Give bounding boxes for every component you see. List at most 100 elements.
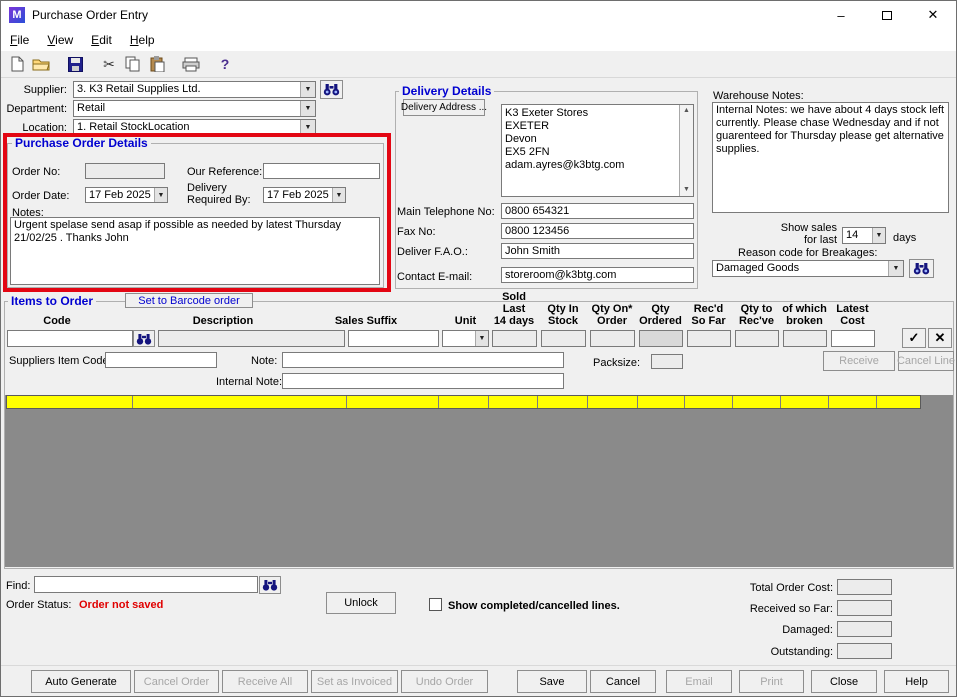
new-document-button[interactable] [5,53,29,75]
undo-order-button[interactable]: Undo Order [401,670,488,693]
cancel-entry-button[interactable]: ✕ [928,328,952,348]
find-label: Find: [6,580,31,592]
open-folder-button[interactable] [29,53,53,75]
copy-button[interactable] [121,53,145,75]
order-date-dropdown-icon[interactable]: ▼ [154,188,167,202]
location-combobox[interactable]: 1. Retail StockLocation ▼ [73,119,316,136]
fax-label: Fax No: [397,226,436,238]
cut-button[interactable]: ✂ [97,53,121,75]
supplier-combobox[interactable]: 3. K3 Retail Supplies Ltd. ▼ [73,81,316,98]
item-code-search-button[interactable] [133,330,155,347]
help-dialog-button[interactable]: Help [884,670,949,693]
find-input[interactable] [34,576,258,593]
breakage-search-button[interactable] [909,259,934,278]
close-button[interactable]: ✕ [910,1,956,29]
order-no-field[interactable] [85,163,165,179]
close-window-button[interactable]: Close [811,670,877,693]
receive-button[interactable]: Receive [823,351,895,371]
breakage-reason-combobox[interactable]: Damaged Goods ▼ [712,260,904,277]
item-description-field[interactable] [158,330,345,347]
order-date-picker[interactable]: 17 Feb 2025 ▼ [85,187,168,203]
our-reference-field[interactable] [263,163,380,179]
sales-suffix-field[interactable] [348,330,439,347]
paste-icon [150,56,164,72]
of-which-broken-field [783,330,827,347]
cancel-line-button[interactable]: Cancel Line [897,351,955,371]
check-icon: ✓ [908,330,920,345]
unlock-button[interactable]: Unlock [326,592,396,614]
department-dropdown-icon[interactable]: ▼ [300,101,315,116]
confirm-line-button[interactable]: ✓ [902,328,926,348]
column-header-sold-last: Sold Last 14 days [493,291,535,327]
maximize-button[interactable] [864,1,910,29]
location-dropdown-icon[interactable]: ▼ [300,120,315,135]
cut-icon: ✂ [103,55,115,72]
delivery-address-button[interactable]: Delivery Address ... [401,99,487,116]
unit-dropdown-icon[interactable]: ▼ [475,331,488,346]
receive-all-button[interactable]: Receive All [222,670,308,693]
supplier-label: Supplier: [23,84,67,96]
print-button[interactable] [179,53,203,75]
column-header-sales-suffix: Sales Suffix [334,315,398,327]
show-sales-value: 14 [846,229,859,241]
save-button[interactable] [63,53,87,75]
menu-edit[interactable]: Edit [82,29,121,51]
latest-cost-field[interactable] [831,330,875,347]
sold-last-field [492,330,537,347]
internal-note-field[interactable] [282,373,564,389]
supplier-dropdown-icon[interactable]: ▼ [300,82,315,97]
print-icon [182,57,200,71]
print-order-button[interactable]: Print [739,670,804,693]
column-header-unit: Unit [454,315,477,327]
delivery-required-dropdown-icon[interactable]: ▼ [332,188,345,202]
order-lines-grid[interactable] [5,395,953,567]
menu-file[interactable]: File [1,29,38,51]
minimize-button[interactable]: – [818,1,864,29]
paste-button[interactable] [145,53,169,75]
scroll-down-icon[interactable]: ▼ [683,184,690,196]
contact-email-field[interactable] [501,267,694,283]
minimize-icon: – [837,7,845,23]
menu-view[interactable]: View [38,29,82,51]
phone-field[interactable] [501,203,694,219]
show-completed-checkbox[interactable] [429,598,442,611]
cancel-order-button[interactable]: Cancel Order [134,670,219,693]
grid-header-cell [439,396,489,408]
help-button[interactable]: ? [213,53,237,75]
show-sales-dropdown-icon[interactable]: ▼ [872,228,885,243]
binoculars-icon [262,580,278,591]
department-combobox[interactable]: Retail ▼ [73,100,316,117]
email-button[interactable]: Email [666,670,732,693]
barcode-order-button[interactable]: Set to Barcode order [125,293,253,308]
suppliers-item-code-field[interactable] [105,352,217,368]
breakage-dropdown-icon[interactable]: ▼ [888,261,903,276]
department-value: Retail [77,102,106,114]
fao-field[interactable] [501,243,694,259]
show-sales-combobox[interactable]: 14 ▼ [842,227,886,244]
supplier-search-button[interactable] [320,80,343,99]
save-order-button[interactable]: Save [517,670,587,693]
recd-so-far-field [687,330,731,347]
supplier-value: 3. K3 Retail Supplies Ltd. [77,83,201,95]
unit-combobox[interactable]: ▼ [442,330,489,347]
note-field[interactable] [282,352,564,368]
days-label: days [893,232,917,244]
delivery-required-picker[interactable]: 17 Feb 2025 ▼ [263,187,346,203]
order-date-value: 17 Feb 2025 [89,189,151,201]
set-as-invoiced-button[interactable]: Set as Invoiced [311,670,398,693]
fax-field[interactable] [501,223,694,239]
menu-help[interactable]: Help [121,29,164,51]
find-search-button[interactable] [259,576,281,594]
qty-ordered-field[interactable] [639,330,683,347]
notes-textarea[interactable]: Urgent spelase send asap if possible as … [10,217,380,285]
scroll-up-icon[interactable]: ▲ [683,105,690,117]
total-order-cost-label: Total Order Cost: [749,582,833,594]
delivery-address-box[interactable]: K3 Exeter Stores EXETER Devon EX5 2FN ad… [501,104,694,197]
auto-generate-button[interactable]: Auto Generate [31,670,131,693]
close-icon: ✕ [927,7,939,22]
damaged-field [837,621,892,637]
cancel-button[interactable]: Cancel [590,670,656,693]
warehouse-notes-box[interactable]: Internal Notes: we have about 4 days sto… [712,102,949,213]
address-scrollbar[interactable]: ▲ ▼ [679,105,693,196]
item-code-field[interactable] [7,330,133,347]
